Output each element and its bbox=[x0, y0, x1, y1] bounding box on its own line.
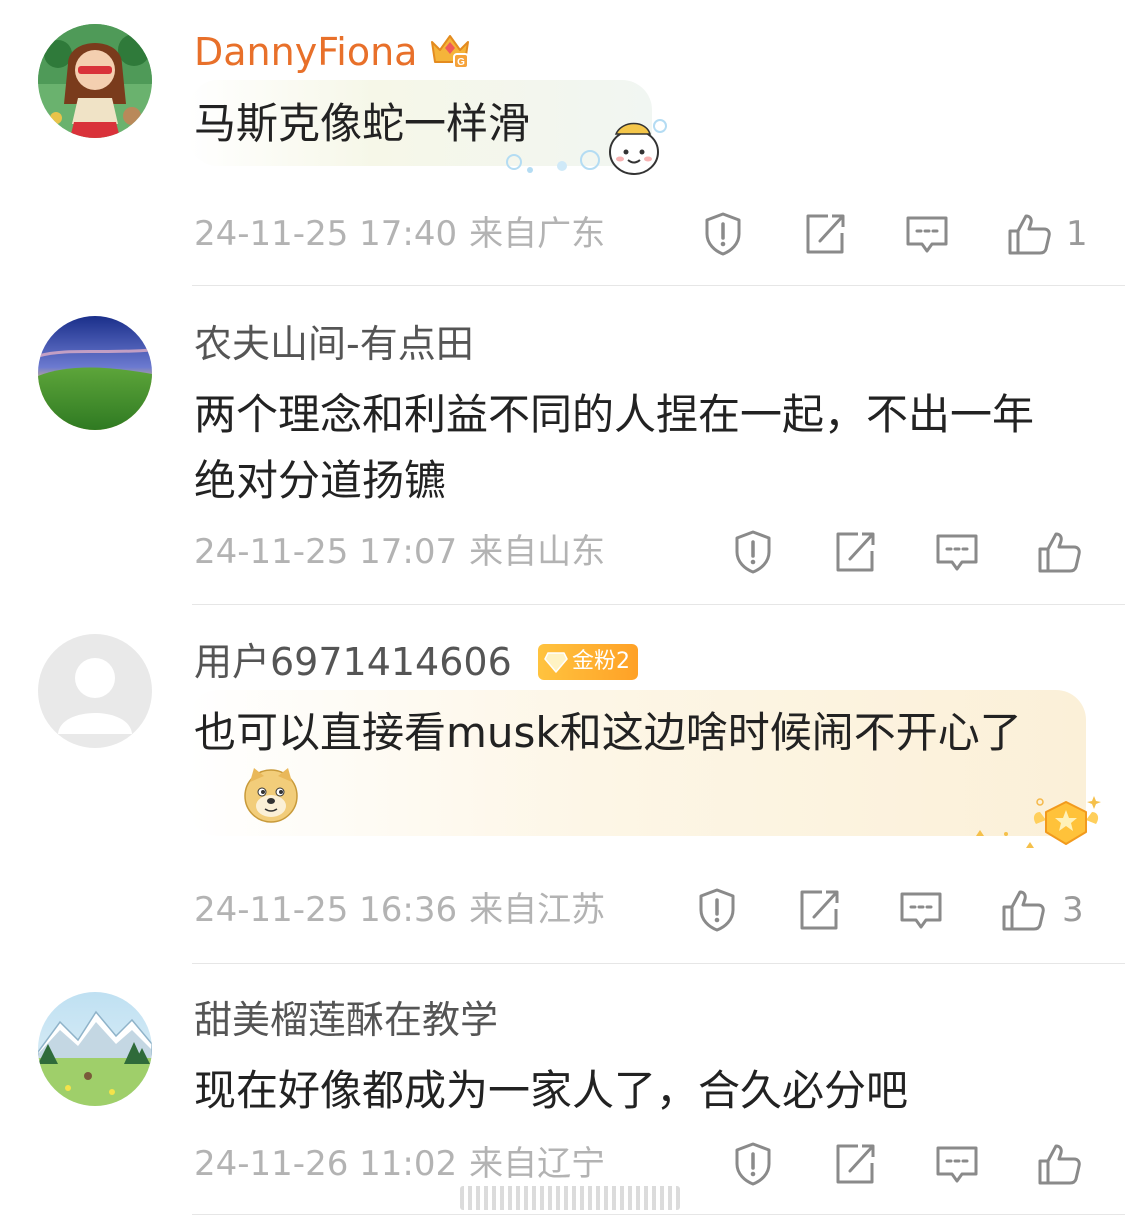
doge-emoji-icon bbox=[244, 768, 298, 823]
repost-icon[interactable] bbox=[802, 211, 848, 257]
comment-meta: 24-11-25 17:40 来自广东 bbox=[194, 212, 605, 256]
comment-text: 也可以直接看musk和这边啥时候闹不开心了 bbox=[194, 708, 1022, 757]
comment-time: 24-11-25 17:40 bbox=[194, 214, 458, 254]
avatar[interactable] bbox=[38, 634, 152, 748]
divider bbox=[192, 285, 1125, 286]
comment-icon[interactable] bbox=[934, 1141, 980, 1187]
username[interactable]: 农夫山间-有点田 bbox=[194, 320, 474, 368]
comment-icon[interactable] bbox=[934, 529, 980, 575]
fan-badge-label: 金粉2 bbox=[572, 649, 630, 674]
username[interactable]: 用户6971414606 bbox=[194, 638, 512, 686]
comment-text: 两个理念和利益不同的人捏在一起，不出一年绝对分道扬镳 bbox=[194, 390, 1035, 505]
avatar[interactable] bbox=[38, 316, 152, 430]
report-icon[interactable] bbox=[694, 887, 740, 933]
comment-location: 来自广东 bbox=[469, 214, 606, 254]
repost-icon[interactable] bbox=[832, 529, 878, 575]
repost-icon[interactable] bbox=[832, 1141, 878, 1187]
report-icon[interactable] bbox=[700, 211, 746, 257]
comment-time: 24-11-25 17:07 bbox=[194, 532, 458, 572]
comment-text: 现在好像都成为一家人了，合久必分吧 bbox=[194, 1066, 909, 1115]
thumbs-up-icon[interactable] bbox=[1006, 211, 1052, 257]
svg-text:G: G bbox=[457, 57, 465, 68]
gem-icon bbox=[544, 652, 568, 673]
fan-badge: 金粉2 bbox=[538, 644, 638, 680]
comment-meta: 24-11-26 11:02 来自辽宁 bbox=[194, 1142, 605, 1186]
gold-medal-icon bbox=[976, 796, 1101, 848]
avatar[interactable] bbox=[38, 992, 152, 1106]
comment-time: 24-11-25 16:36 bbox=[194, 890, 458, 930]
comment-location: 来自辽宁 bbox=[469, 1144, 606, 1184]
bubble-sticker-icon bbox=[506, 119, 667, 175]
divider bbox=[192, 963, 1125, 964]
comment-meta: 24-11-25 17:07 来自山东 bbox=[194, 530, 605, 574]
divider bbox=[192, 1214, 1125, 1215]
avatar[interactable] bbox=[38, 24, 152, 138]
comment-location: 来自山东 bbox=[469, 532, 606, 572]
report-icon[interactable] bbox=[730, 529, 776, 575]
comment-location: 来自江苏 bbox=[469, 890, 606, 930]
thumbs-up-icon[interactable] bbox=[1036, 529, 1082, 575]
like-count: 3 bbox=[1062, 890, 1084, 930]
watermark bbox=[460, 1186, 680, 1210]
comment-icon[interactable] bbox=[898, 887, 944, 933]
username[interactable]: 甜美榴莲酥在教学 bbox=[194, 996, 498, 1044]
crown-badge-icon: G bbox=[431, 35, 469, 69]
username[interactable]: DannyFiona bbox=[194, 28, 417, 76]
comment-time: 24-11-26 11:02 bbox=[194, 1144, 458, 1184]
thumbs-up-icon[interactable] bbox=[1036, 1141, 1082, 1187]
divider bbox=[192, 604, 1125, 605]
report-icon[interactable] bbox=[730, 1141, 776, 1187]
like-count: 1 bbox=[1066, 214, 1088, 254]
comment-icon[interactable] bbox=[904, 211, 950, 257]
comment-meta: 24-11-25 16:36 来自江苏 bbox=[194, 888, 605, 932]
thumbs-up-icon[interactable] bbox=[1000, 887, 1046, 933]
repost-icon[interactable] bbox=[796, 887, 842, 933]
